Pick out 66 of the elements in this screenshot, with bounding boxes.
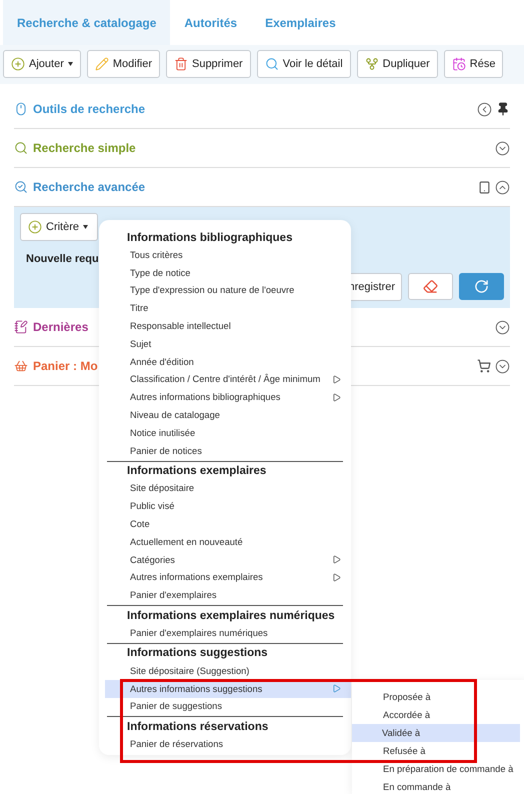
- toolbar-button[interactable]: Modifier: [86, 50, 160, 78]
- cart-icon[interactable]: [477, 359, 491, 373]
- collapse-icon[interactable]: [477, 102, 492, 116]
- tablet-icon[interactable]: [478, 180, 491, 194]
- menu-item[interactable]: Catégories: [99, 550, 351, 569]
- caret-icon: [83, 225, 88, 229]
- toolbar-button[interactable]: Rése: [444, 50, 504, 78]
- menu-item[interactable]: Site dépositaire: [99, 480, 351, 498]
- submenu-item[interactable]: Refusée à: [352, 742, 524, 760]
- button-label: Voir le détail: [282, 58, 343, 70]
- menu-item[interactable]: Public visé: [99, 497, 351, 516]
- submenu-item[interactable]: En préparation de commande à: [352, 760, 524, 778]
- menu-item[interactable]: Responsable intellectuel: [99, 317, 351, 335]
- chevron-down-icon[interactable]: [495, 140, 510, 156]
- menu-item[interactable]: Niveau de catalogage: [99, 406, 351, 424]
- toolbar-button[interactable]: Voir le détail: [256, 50, 351, 78]
- toolbar-button[interactable]: Ajouter: [3, 50, 81, 78]
- menu-item[interactable]: Actuellement en nouveauté: [99, 532, 351, 551]
- eraser-button[interactable]: [408, 273, 453, 300]
- pin-icon[interactable]: [496, 102, 510, 116]
- menu-item[interactable]: Autres informations bibliographiques: [99, 388, 351, 406]
- toolbar-button[interactable]: Supprimer: [166, 50, 251, 78]
- menu-item[interactable]: Année d'édition: [99, 352, 351, 371]
- submenu-item[interactable]: Proposée à: [352, 688, 524, 706]
- menu-item[interactable]: Tous critères: [99, 246, 351, 264]
- plus-circle-icon: [28, 220, 42, 234]
- menu-item[interactable]: Site dépositaire (Suggestion): [99, 662, 351, 680]
- menu-group-header: Informations exemplaires: [126, 464, 268, 480]
- submenu-item[interactable]: En commande à: [352, 778, 524, 794]
- section-title: Dernières: [33, 320, 88, 334]
- chevron-up-icon[interactable]: [495, 180, 510, 194]
- menu-group-header: Informations suggestions: [126, 646, 269, 662]
- refresh-button[interactable]: [459, 273, 504, 300]
- menu-item[interactable]: Panier d'exemplaires numériques: [99, 624, 351, 642]
- button-label: Supprimer: [192, 58, 243, 70]
- query-label: Nouvelle requ: [26, 253, 99, 265]
- submenu-item[interactable]: Accordée à: [352, 706, 524, 724]
- menu-item[interactable]: Panier d'exemplaires: [99, 586, 351, 604]
- menu-group-header: Informations réservations: [126, 720, 270, 735]
- menu-item[interactable]: Notice inutilisée: [99, 424, 351, 442]
- menu-item[interactable]: Autres informations exemplaires: [99, 568, 351, 586]
- button-label: Critère: [46, 221, 80, 233]
- chevron-down-icon[interactable]: [495, 320, 510, 334]
- menu-item[interactable]: Panier de suggestions: [99, 698, 351, 716]
- section-title: Recherche simple: [33, 141, 136, 155]
- submenu-item[interactable]: Validée à: [352, 724, 520, 742]
- criteria-button[interactable]: Critère: [20, 213, 98, 241]
- section-title: Panier : Mo: [33, 359, 98, 373]
- chevron-down-icon[interactable]: [495, 358, 510, 374]
- toolbar-button[interactable]: Dupliquer: [356, 50, 438, 78]
- menu-group-header: Informations bibliographiques: [126, 230, 294, 246]
- menu-item[interactable]: Panier de réservations: [99, 735, 351, 754]
- menu-item[interactable]: Titre: [99, 299, 351, 318]
- eraser-icon: [423, 279, 438, 294]
- button-label: Rése: [470, 58, 496, 70]
- section-title: Outils de recherche: [33, 102, 146, 116]
- button-label: Ajouter: [29, 58, 64, 70]
- button-label: Modifier: [112, 58, 152, 70]
- menu-group-header: Informations exemplaires numériques: [126, 608, 336, 624]
- button-label: Dupliquer: [382, 58, 430, 70]
- menu-item[interactable]: Sujet: [99, 334, 351, 353]
- menu-item[interactable]: Classification / Centre d'intérêt / Âge minimum: [99, 370, 351, 388]
- menu-item[interactable]: Cote: [99, 515, 351, 533]
- refresh-icon: [474, 279, 489, 294]
- section-title: Recherche avancée: [33, 180, 146, 194]
- menu-item[interactable]: Panier de notices: [99, 442, 351, 460]
